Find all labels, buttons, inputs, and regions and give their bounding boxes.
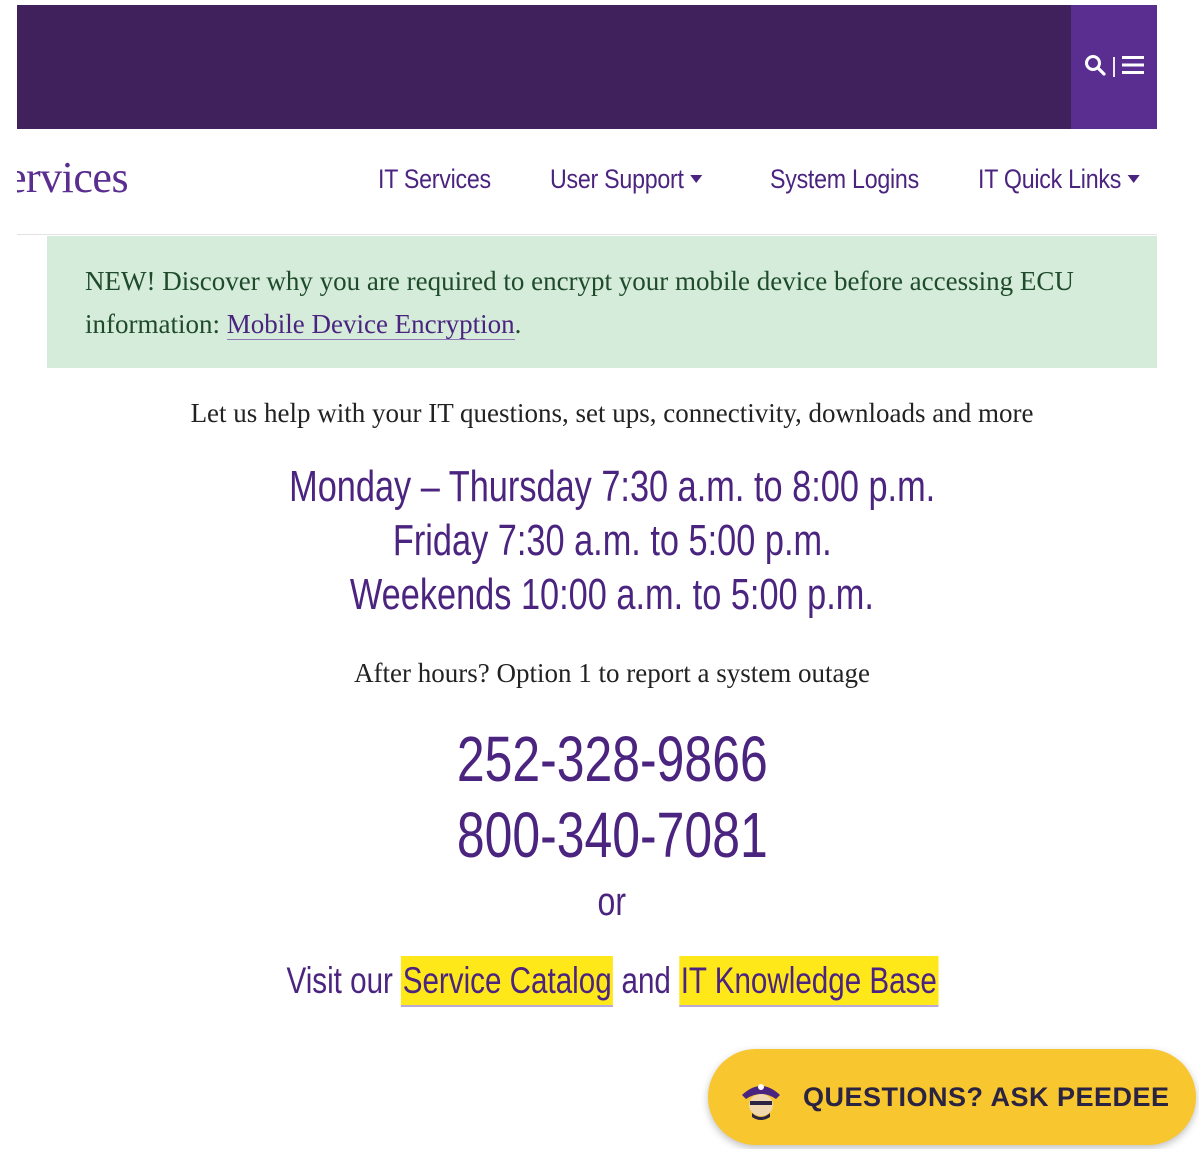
hours-friday: Friday 7:30 a.m. to 5:00 p.m. <box>0 516 1199 566</box>
header-divider <box>1113 57 1115 77</box>
main-navigation: ervices IT Services User Support System … <box>17 130 1157 235</box>
hours-weekdays: Monday – Thursday 7:30 a.m. to 8:00 p.m. <box>0 462 1199 512</box>
chevron-down-icon <box>690 174 703 183</box>
phone-number: 800-340-7081 <box>456 799 768 871</box>
chevron-down-icon <box>1127 174 1140 183</box>
pirate-mascot-icon <box>736 1073 786 1123</box>
or-separator: or <box>0 880 1199 925</box>
site-header-bar <box>17 5 1157 129</box>
phone-number: 252-328-9866 <box>456 723 768 795</box>
visit-line: Visit our Service Catalog and IT Knowled… <box>286 956 938 1007</box>
or-text: or <box>597 880 627 924</box>
alert-trail: . <box>514 309 522 339</box>
visit-resources: Visit our Service Catalog and IT Knowled… <box>0 956 1199 1007</box>
hours-weekends: Weekends 10:00 a.m. to 5:00 p.m. <box>0 570 1199 620</box>
ask-peedee-chat-button[interactable]: QUESTIONS? ASK PEEDEE <box>708 1049 1196 1145</box>
phone-local[interactable]: 252-328-9866 <box>0 722 1199 796</box>
help-tagline: Let us help with your IT questions, set … <box>190 398 1034 428</box>
encryption-alert: NEW! Discover why you are required to en… <box>47 236 1157 368</box>
hours-text: Friday 7:30 a.m. to 5:00 p.m. <box>392 516 832 565</box>
nav-user-support[interactable]: User Support <box>550 164 703 195</box>
header-tools <box>1071 5 1157 129</box>
nav-it-services[interactable]: IT Services <box>378 164 491 195</box>
nav-label: User Support <box>550 164 684 194</box>
nav-it-quick-links[interactable]: IT Quick Links <box>978 164 1140 195</box>
it-knowledge-base-link[interactable]: IT Knowledge Base <box>678 956 938 1007</box>
service-catalog-link[interactable]: Service Catalog <box>400 956 613 1007</box>
hours-text: Monday – Thursday 7:30 a.m. to 8:00 p.m. <box>288 462 936 511</box>
nav-system-logins[interactable]: System Logins <box>770 164 919 195</box>
search-icon[interactable] <box>1083 53 1107 82</box>
hours-text: Weekends 10:00 a.m. to 5:00 p.m. <box>349 570 874 619</box>
hamburger-menu-icon[interactable] <box>1121 54 1145 81</box>
site-title[interactable]: ervices <box>17 152 129 203</box>
nav-label: IT Quick Links <box>978 164 1122 194</box>
visit-prefix: Visit our <box>286 960 401 1001</box>
phone-toll-free[interactable]: 800-340-7081 <box>0 798 1199 872</box>
mobile-device-encryption-link[interactable]: Mobile Device Encryption <box>226 309 515 340</box>
chat-button-label: QUESTIONS? ASK PEEDEE <box>803 1082 1170 1112</box>
nav-label: System Logins <box>770 164 919 194</box>
after-hours-note: After hours? Option 1 to report a system… <box>354 658 870 688</box>
nav-label: IT Services <box>378 164 491 194</box>
visit-and: and <box>612 960 679 1001</box>
